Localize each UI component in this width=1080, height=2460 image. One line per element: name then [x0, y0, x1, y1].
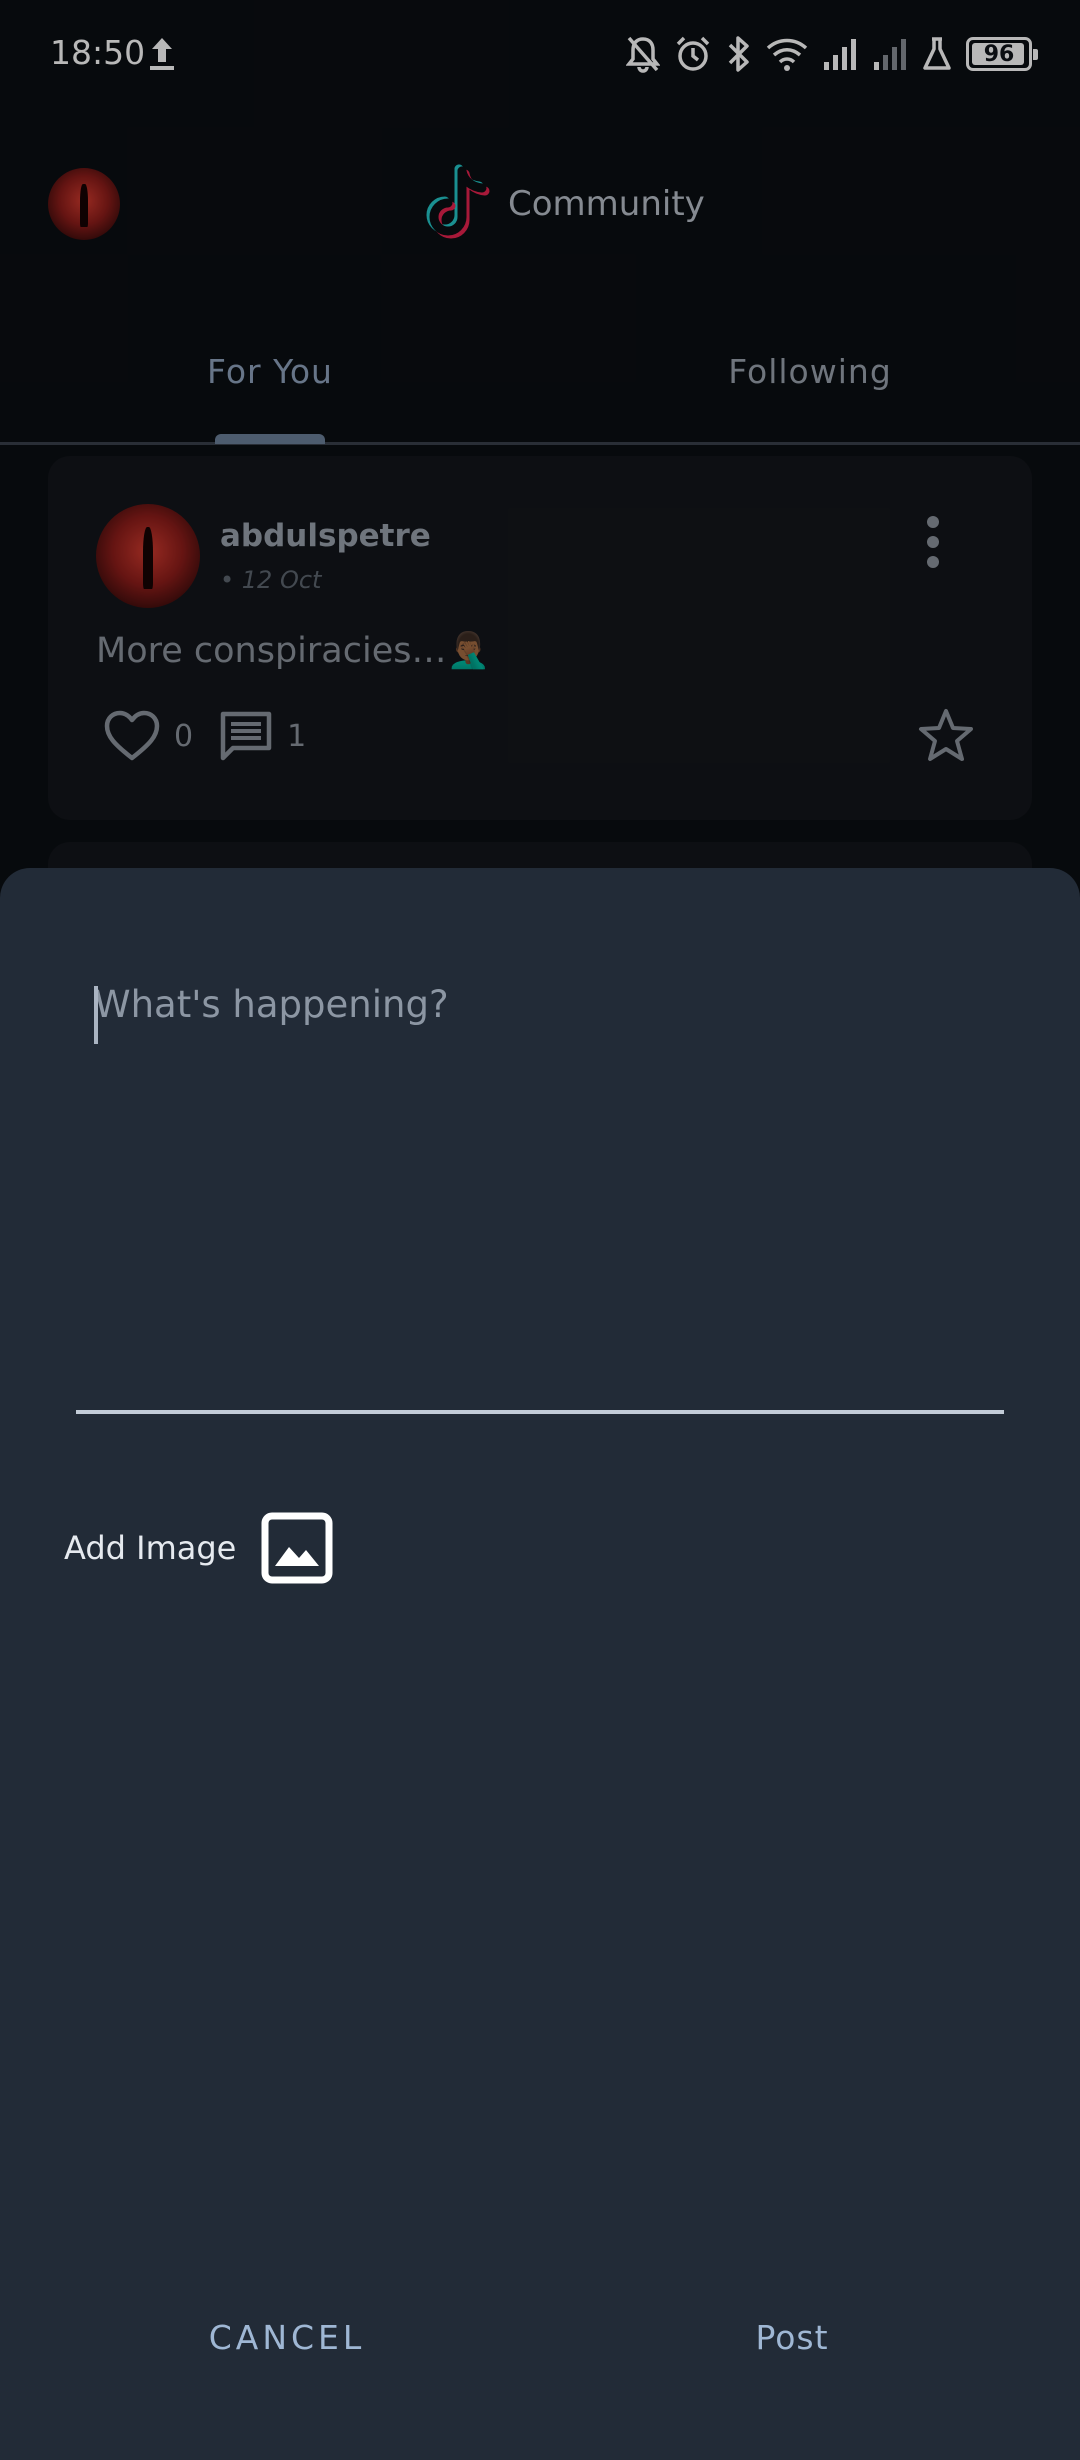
text-caret [94, 986, 98, 1044]
add-image-label: Add Image [64, 1529, 237, 1567]
add-image-button[interactable]: Add Image [64, 1508, 334, 1588]
post-button[interactable]: Post [642, 2292, 942, 2382]
image-icon [261, 1512, 333, 1584]
input-underline [76, 1410, 1004, 1414]
compose-sheet: Add Image CANCEL Post [0, 868, 1080, 2460]
screen: 18:50 96 Community For You Following abd… [0, 0, 1080, 2460]
compose-input[interactable] [94, 983, 974, 1243]
battery-level: 96 [983, 41, 1015, 67]
cancel-button[interactable]: CANCEL [137, 2292, 437, 2382]
